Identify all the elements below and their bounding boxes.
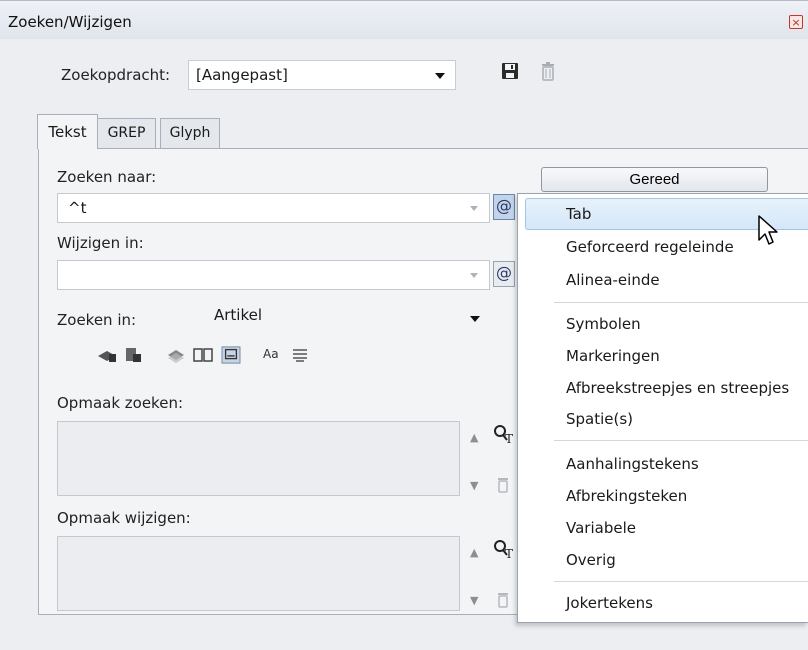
hidden-layers-icon[interactable] [166, 346, 186, 364]
menu-separator [554, 440, 808, 441]
chevron-down-icon [470, 206, 478, 211]
svg-text:T: T [505, 547, 513, 559]
tab-glyph-label: Glyph [169, 125, 211, 141]
chevron-down-icon [470, 273, 478, 278]
find-input[interactable]: ^t [57, 193, 490, 223]
menu-item-other[interactable]: Overig [566, 551, 616, 569]
menu-item-hyphens-dashes[interactable]: Afbreekstreepjes en streepjes [566, 379, 789, 397]
find-format-box[interactable] [57, 421, 460, 496]
change-format-settings-icon[interactable]: T [492, 539, 514, 559]
at-sign-icon: @ [496, 196, 512, 215]
change-format-label: Opmaak wijzigen: [57, 509, 191, 527]
menu-item-paragraph-end[interactable]: Alinea-einde [566, 271, 660, 289]
query-preset-dropdown[interactable]: [Aangepast] [188, 60, 456, 90]
menu-item-symbols[interactable]: Symbolen [566, 315, 641, 333]
done-button[interactable]: Gereed [541, 167, 768, 192]
query-preset-value: [Aangepast] [196, 66, 288, 84]
menu-item-markers[interactable]: Markeringen [566, 347, 660, 365]
menu-item-break-character[interactable]: Afbrekingsteken [566, 487, 687, 505]
find-value: ^t [68, 199, 87, 217]
search-in-value: Artikel [214, 306, 263, 324]
query-label: Zoekopdracht: [61, 66, 170, 84]
menu-item-forced-line-break[interactable]: Geforceerd regeleinde [566, 238, 734, 256]
find-format-settings-icon[interactable]: T [492, 424, 514, 444]
floppy-disk-icon[interactable] [501, 62, 519, 80]
tab-tekst-label: Tekst [48, 123, 87, 141]
master-pages-icon[interactable] [192, 346, 214, 364]
tab-grep-label: GREP [107, 125, 146, 141]
trash-icon[interactable] [496, 476, 510, 494]
search-in-dropdown[interactable]: Artikel [214, 306, 482, 332]
mouse-pointer-icon [758, 215, 778, 245]
special-character-change-button[interactable]: @ [493, 261, 515, 287]
query-label-text: Zoekopdracht: [61, 66, 171, 84]
find-label: Zoeken naar: [57, 168, 157, 186]
close-button[interactable]: × [789, 15, 803, 29]
change-input[interactable] [57, 260, 490, 290]
find-format-label: Opmaak zoeken: [57, 394, 183, 412]
chevron-down-icon [470, 316, 480, 322]
change-label: Wijzigen in: [57, 234, 144, 252]
case-sensitive-icon[interactable]: Aa [263, 347, 279, 361]
special-characters-menu: Tab Geforceerd regeleinde Alinea-einde S… [517, 193, 808, 623]
find-change-dialog: Zoeken/Wijzigen × Zoekopdracht: [Aangepa… [0, 0, 808, 650]
change-format-box[interactable] [57, 536, 460, 611]
scroll-up-icon[interactable]: ▲ [470, 431, 478, 444]
special-character-find-button[interactable]: @ [493, 194, 515, 220]
search-in-label: Zoeken in: [57, 311, 137, 329]
menu-item-wildcards[interactable]: Jokertekens [566, 594, 653, 612]
tab-grep[interactable]: GREP [97, 118, 156, 148]
menu-item-spaces[interactable]: Spatie(s) [566, 410, 633, 428]
menu-item-tab[interactable]: Tab [566, 205, 591, 223]
menu-separator [554, 581, 808, 582]
scroll-down-icon[interactable]: ▼ [470, 479, 478, 492]
svg-text:T: T [505, 432, 513, 444]
whole-word-icon[interactable] [291, 346, 309, 364]
locked-stories-icon[interactable] [124, 346, 144, 364]
scroll-down-icon[interactable]: ▼ [470, 594, 478, 607]
tab-tekst[interactable]: Tekst [37, 114, 98, 149]
menu-separator [554, 302, 808, 303]
menu-item-variable[interactable]: Variabele [566, 519, 636, 537]
at-sign-icon: @ [496, 263, 512, 282]
tab-glyph[interactable]: Glyph [160, 118, 220, 148]
trash-icon[interactable] [496, 591, 510, 609]
locked-layers-icon[interactable] [96, 346, 118, 364]
footnotes-icon[interactable] [220, 346, 242, 364]
dialog-title: Zoeken/Wijzigen [8, 13, 132, 31]
title-bar: Zoeken/Wijzigen × [0, 1, 808, 39]
chevron-down-icon [435, 73, 445, 79]
trash-icon[interactable] [540, 61, 556, 81]
menu-item-quotation-marks[interactable]: Aanhalingstekens [566, 455, 699, 473]
scroll-up-icon[interactable]: ▲ [470, 546, 478, 559]
